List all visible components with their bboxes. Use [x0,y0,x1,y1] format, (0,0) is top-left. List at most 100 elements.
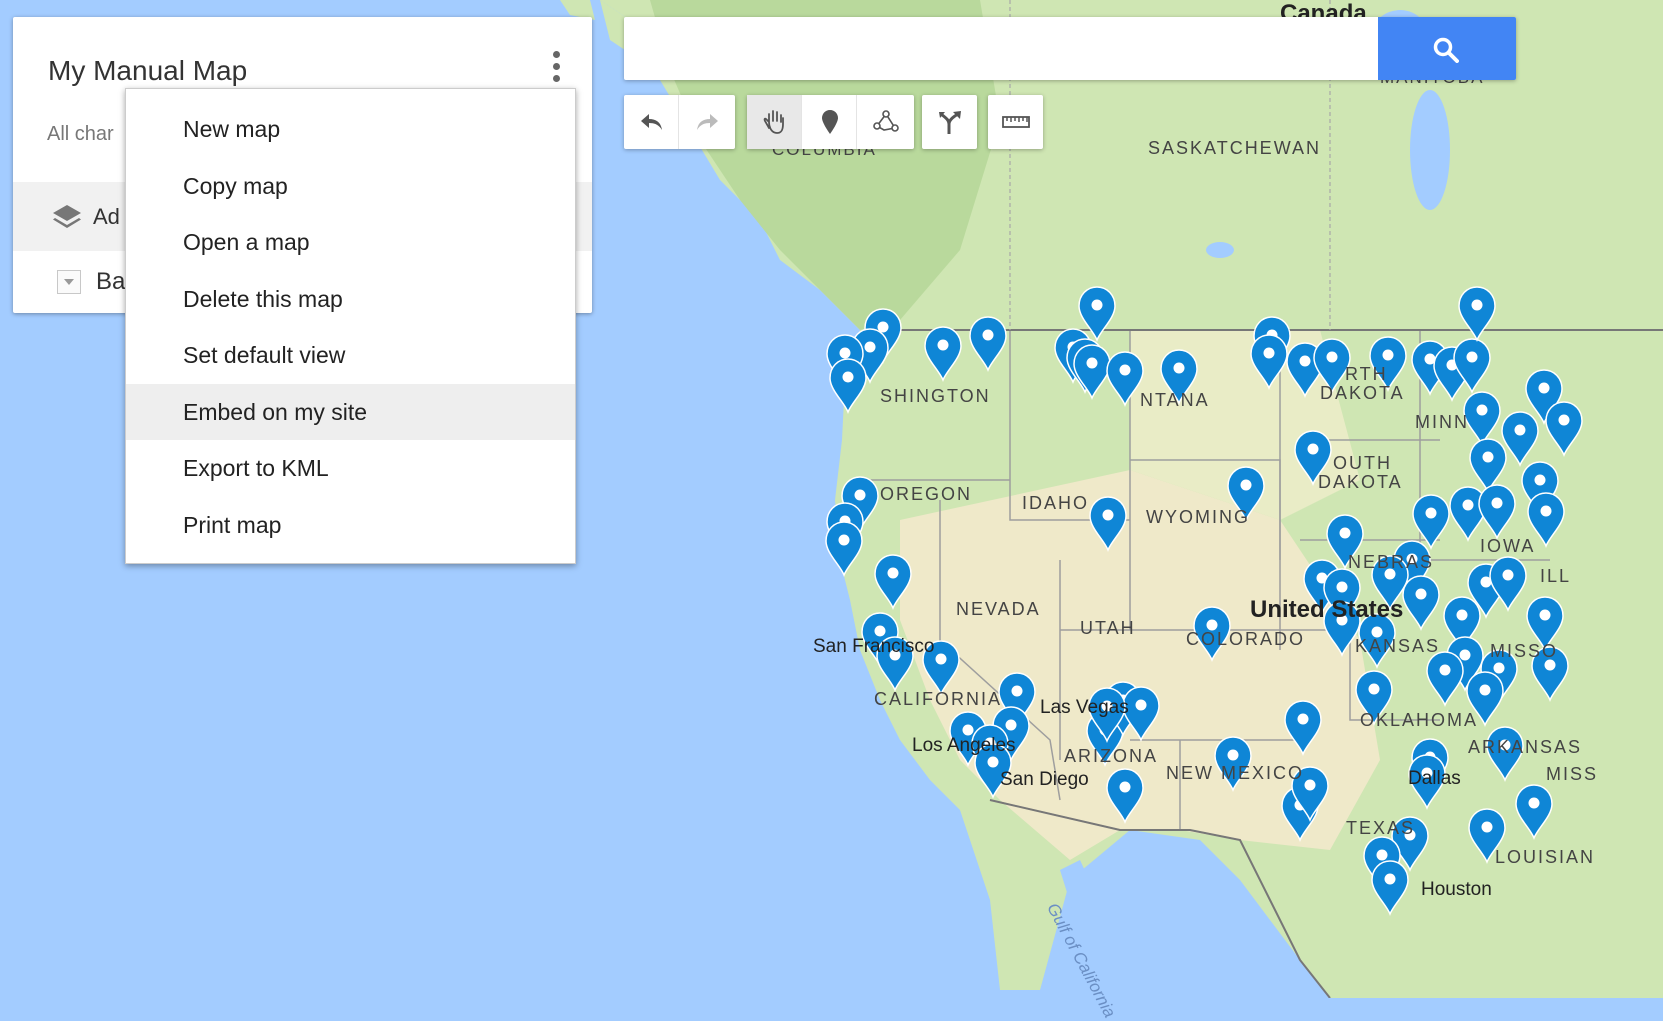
marker-pin-dot [1086,357,1098,369]
marker-pin-dot [1539,609,1551,621]
marker-pin-dot [1307,443,1319,455]
base-map-label: Ba [96,268,126,295]
marker-pin-dot [1119,364,1131,376]
marker-pin-dot [1376,849,1388,861]
marker-pin-dot [854,489,866,501]
marker-pin-dot [1476,404,1488,416]
label-north-dakota-2: DAKOTA [1320,383,1405,403]
label-louisiana: LOUISIAN [1495,847,1596,867]
search-input[interactable] [624,17,1378,80]
label-south-dakota-1: OUTH [1333,453,1392,473]
search-box [624,17,1516,80]
undo-redo-group [624,95,735,149]
label-los-angeles: Los Angeles [912,735,1016,756]
label-utah: UTAH [1080,618,1136,638]
marker-pin-dot [1538,382,1550,394]
more-options-button[interactable] [549,51,563,87]
label-kansas: KANSAS [1355,636,1441,656]
marker-pin-dot [1482,451,1494,463]
basemap-dropdown-icon[interactable] [57,270,81,294]
marker-pin-dot [1439,664,1451,676]
marker-pin-dot [982,329,994,341]
marker-pin-dot [1005,719,1017,731]
label-minnesota: MINN [1415,412,1469,432]
label-san-francisco: San Francisco [813,636,935,657]
marker-pin-dot [1304,779,1316,791]
marker-pin-dot [864,341,876,353]
map-options-menu: New map Copy map Open a map Delete this … [125,88,576,564]
save-status: All char [47,123,114,145]
marker-pin-dot [1135,699,1147,711]
marker-pin-dot [1502,569,1514,581]
redo-button[interactable] [679,95,734,149]
marker-pin-dot [1299,355,1311,367]
marker-pin-dot [1540,505,1552,517]
draw-line-icon [873,110,899,132]
measure-group [988,95,1043,149]
redo-icon [697,114,718,130]
label-north-dakota-1: RTH [1345,364,1388,384]
search-button[interactable] [1378,17,1516,80]
marker-pin-dot [1368,683,1380,695]
menu-item-copy-map[interactable]: Copy map [126,158,575,215]
marker-pin-dot [1479,684,1491,696]
label-montana: NTANA [1140,390,1210,410]
label-california: CALIFORNIA [874,689,1003,709]
menu-item-embed[interactable]: Embed on my site [126,383,575,440]
lake [1206,242,1234,258]
marker-pin-dot [935,653,947,665]
marker-pin-dot [1425,507,1437,519]
marker-icon [822,110,838,134]
draw-tools-group [747,95,914,149]
lake [1410,90,1450,210]
marker-pin-dot [887,567,899,579]
label-las-vegas: Las Vegas [1040,697,1129,718]
menu-item-new-map[interactable]: New map [126,101,575,158]
select-hand-button[interactable] [747,95,802,149]
add-layer-label: Ad [93,204,120,229]
marker-pin-dot [1336,581,1348,593]
label-san-diego: San Diego [1000,769,1089,790]
label-wyoming: WYOMING [1146,507,1250,527]
label-texas: TEXAS [1346,818,1416,838]
marker-pin-dot [937,339,949,351]
label-iowa: IOWA [1480,536,1536,556]
label-dallas: Dallas [1408,768,1461,789]
label-nevada: NEVADA [956,599,1041,619]
menu-item-delete-map[interactable]: Delete this map [126,271,575,328]
menu-item-export-kml[interactable]: Export to KML [126,440,575,497]
label-houston: Houston [1421,879,1492,900]
marker-pin-dot [1227,749,1239,761]
marker-pin-dot [1173,362,1185,374]
label-washington: SHINGTON [880,386,991,406]
layers-icon [53,205,81,228]
marker-pin-dot [874,625,886,637]
label-mississippi: MISS [1546,764,1599,784]
directions-group [922,95,977,149]
map-title[interactable]: My Manual Map [48,55,247,87]
marker-pin-dot [1263,347,1275,359]
menu-item-set-default-view[interactable]: Set default view [126,327,575,384]
marker-pin-dot [1481,821,1493,833]
search-icon [1433,37,1459,63]
label-missouri: MISSO [1490,641,1559,661]
ruler-icon [1002,116,1030,128]
menu-item-print-map[interactable]: Print map [126,497,575,554]
add-directions-button[interactable] [922,95,977,149]
marker-pin-dot [1384,873,1396,885]
marker-pin-dot [1091,299,1103,311]
marker-pin-dot [842,371,854,383]
marker-pin-dot [1534,474,1546,486]
marker-pin-dot [1466,351,1478,363]
draw-line-button[interactable] [857,95,912,149]
marker-pin-dot [1102,509,1114,521]
marker-pin-dot [1326,351,1338,363]
marker-pin-dot [1382,349,1394,361]
menu-item-open-map[interactable]: Open a map [126,214,575,271]
add-marker-button[interactable] [802,95,857,149]
measure-distance-button[interactable] [988,95,1043,149]
label-arizona: ARIZONA [1064,746,1159,766]
label-arkansas: ARKANSAS [1468,737,1583,757]
undo-button[interactable] [624,95,679,149]
marker-pin-dot [1456,609,1468,621]
